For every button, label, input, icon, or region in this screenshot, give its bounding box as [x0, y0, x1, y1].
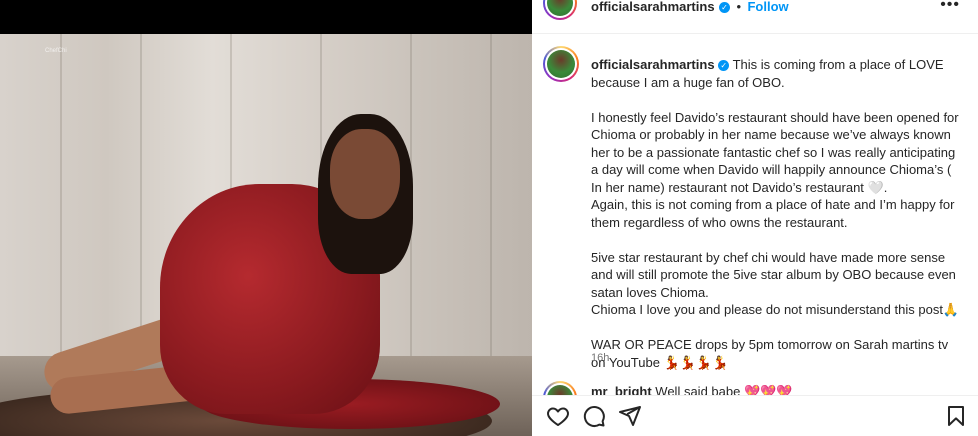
post-media-area: ChefChi — [0, 0, 532, 436]
more-horizontal-icon[interactable]: ••• — [940, 0, 960, 14]
comment-avatar[interactable] — [543, 381, 577, 395]
caption-paragraph: I honestly feel Davido’s restaurant shou… — [591, 109, 959, 195]
caption-paragraph: 5ive star restaurant by chef chi would h… — [591, 249, 956, 300]
photo-watermark: ChefChi — [45, 48, 67, 54]
actions-divider — [532, 395, 978, 396]
header-separator: • — [736, 0, 742, 14]
caption-username[interactable]: officialsarahmartins — [591, 57, 715, 72]
post-details-panel: officialsarahmartins ✓ • Follow ••• offi… — [532, 0, 978, 436]
comment-text: Well said babe 💖💖💖 — [655, 384, 793, 395]
verified-badge-icon: ✓ — [718, 60, 730, 71]
post-timestamp[interactable]: 16h — [591, 352, 609, 364]
post-photo[interactable]: ChefChi — [0, 34, 532, 436]
comment-icon[interactable] — [582, 404, 606, 428]
share-icon[interactable] — [618, 404, 642, 428]
comment-username[interactable]: mr_bright — [591, 384, 652, 395]
caption: officialsarahmartins ✓ This is coming fr… — [591, 56, 961, 371]
caption-paragraph: Chioma I love you and please do not misu… — [591, 302, 960, 317]
action-bar — [546, 404, 966, 430]
follow-button[interactable]: Follow — [747, 0, 788, 14]
header-divider — [532, 33, 978, 34]
verified-badge-icon: ✓ — [719, 2, 730, 13]
header-avatar[interactable] — [543, 0, 577, 20]
header-username[interactable]: officialsarahmartins — [591, 0, 715, 14]
comment-preview: mr_bright Well said babe 💖💖💖 — [543, 381, 963, 395]
caption-paragraph: Again, this is not coming from a place o… — [591, 197, 955, 230]
caption-paragraph: WAR OR PEACE drops by 5pm tomorrow on Sa… — [591, 337, 949, 370]
bookmark-icon[interactable] — [944, 404, 968, 428]
caption-avatar[interactable] — [543, 46, 579, 82]
heart-icon[interactable] — [546, 404, 570, 428]
